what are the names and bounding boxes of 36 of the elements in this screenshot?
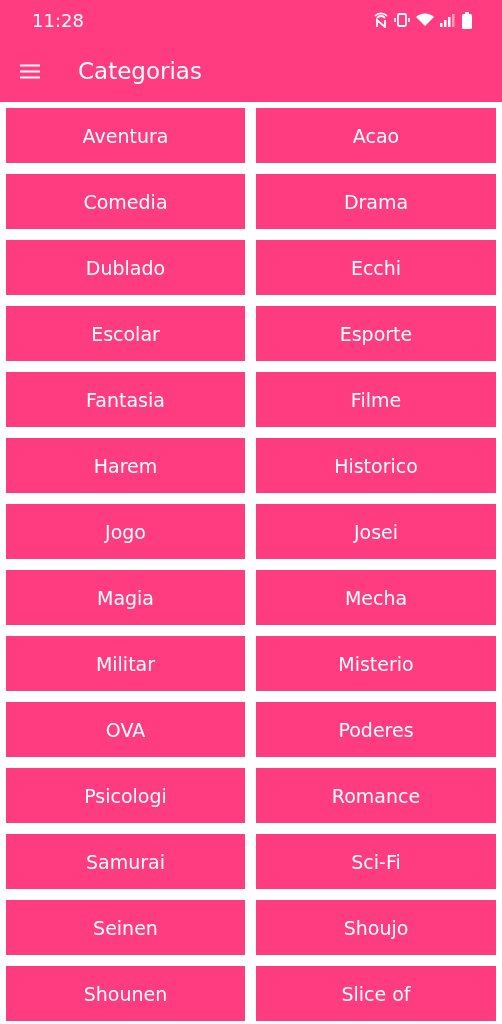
category-button[interactable]: Aventura — [6, 108, 245, 163]
category-button[interactable]: Historico — [256, 438, 496, 493]
status-time: 11:28 — [32, 9, 84, 31]
category-button[interactable]: Magia — [6, 570, 245, 625]
category-button[interactable]: Mecha — [256, 570, 496, 625]
category-button[interactable]: Militar — [6, 636, 245, 691]
category-button[interactable]: Acao — [256, 108, 496, 163]
category-button[interactable]: Harem — [6, 438, 245, 493]
category-button[interactable]: Misterio — [256, 636, 496, 691]
signal-icon — [440, 13, 456, 27]
category-button[interactable]: Josei — [256, 504, 496, 559]
category-button[interactable]: Comedia — [6, 174, 245, 229]
category-button[interactable]: Samurai — [6, 834, 245, 889]
battery-icon — [462, 11, 472, 29]
category-button[interactable]: Shoujo — [256, 900, 496, 955]
vibrate-icon — [394, 12, 410, 28]
category-button[interactable]: Escolar — [6, 306, 245, 361]
category-button[interactable]: Dublado — [6, 240, 245, 295]
category-button[interactable]: Jogo — [6, 504, 245, 559]
category-button[interactable]: Filme — [256, 372, 496, 427]
category-button[interactable]: Romance — [256, 768, 496, 823]
toolbar-title: Categorias — [78, 58, 202, 84]
category-button[interactable]: Sci-Fi — [256, 834, 496, 889]
category-button[interactable]: Slice of — [256, 966, 496, 1021]
category-button[interactable]: Shounen — [6, 966, 245, 1021]
wifi-icon — [416, 13, 434, 27]
menu-icon[interactable] — [20, 63, 40, 79]
category-button[interactable]: Drama — [256, 174, 496, 229]
category-button[interactable]: Fantasia — [6, 372, 245, 427]
category-button[interactable]: Poderes — [256, 702, 496, 757]
category-button[interactable]: Esporte — [256, 306, 496, 361]
category-button[interactable]: OVA — [6, 702, 245, 757]
category-button[interactable]: Seinen — [6, 900, 245, 955]
category-button[interactable]: Ecchi — [256, 240, 496, 295]
nfc-icon — [374, 12, 388, 28]
category-button[interactable]: Psicologi — [6, 768, 245, 823]
